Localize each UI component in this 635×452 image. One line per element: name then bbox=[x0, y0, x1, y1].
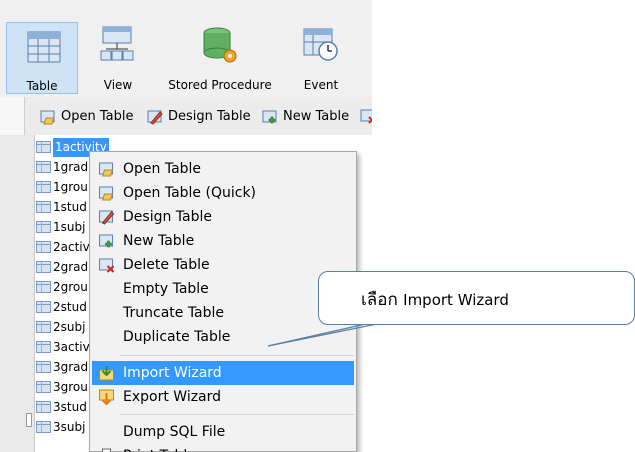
callout-thai-word: เลือก bbox=[361, 290, 398, 310]
annotation-callout: เลือก Import Wizard bbox=[318, 271, 635, 325]
callout-pointer bbox=[267, 322, 383, 347]
callout-english-word: Import Wizard bbox=[403, 291, 509, 309]
callout-text: เลือก Import Wizard bbox=[361, 286, 509, 313]
